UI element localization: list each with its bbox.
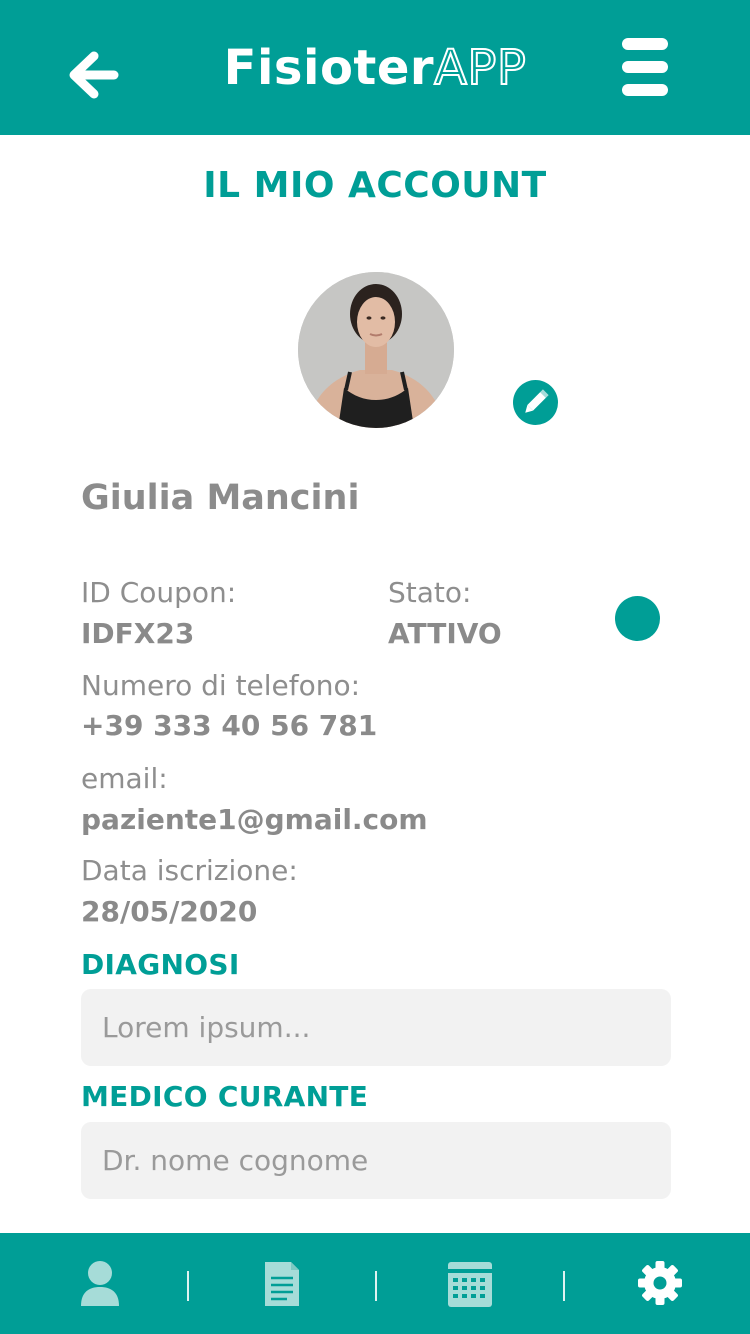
avatar bbox=[298, 272, 454, 428]
edit-photo-button[interactable] bbox=[513, 380, 558, 425]
pencil-icon bbox=[525, 389, 549, 413]
status-indicator bbox=[615, 596, 660, 641]
diagnosis-field[interactable] bbox=[81, 989, 671, 1066]
nav-item-calendar[interactable] bbox=[425, 1233, 515, 1334]
diagnosis-title: DIAGNOSI bbox=[81, 948, 240, 981]
phone-value: +39 333 40 56 781 bbox=[81, 709, 378, 742]
gear-icon bbox=[638, 1261, 682, 1305]
page-title: IL MIO ACCOUNT bbox=[203, 165, 547, 206]
email-value: paziente1@gmail.com bbox=[81, 803, 428, 836]
nav-item-account[interactable] bbox=[55, 1233, 145, 1334]
app-header: FisioterAPP bbox=[0, 0, 750, 135]
status-label: Stato: bbox=[388, 576, 472, 609]
phone-label: Numero di telefono: bbox=[81, 669, 361, 702]
app-title-accent: APP bbox=[433, 39, 527, 97]
nav-separator bbox=[375, 1271, 377, 1301]
coupon-label: ID Coupon: bbox=[81, 576, 237, 609]
signup-date-label: Data iscrizione: bbox=[81, 854, 298, 887]
coupon-value: IDFX23 bbox=[81, 617, 195, 650]
nav-separator bbox=[563, 1271, 565, 1301]
nav-item-settings[interactable] bbox=[615, 1233, 705, 1334]
doctor-title: MEDICO CURANTE bbox=[81, 1080, 369, 1113]
calendar-icon bbox=[448, 1262, 492, 1307]
user-name: Giulia Mancini bbox=[81, 478, 360, 518]
bottom-navigation bbox=[0, 1233, 750, 1334]
doctor-field[interactable] bbox=[81, 1122, 671, 1199]
signup-date-value: 28/05/2020 bbox=[81, 895, 258, 928]
nav-item-documents[interactable] bbox=[237, 1233, 327, 1334]
document-icon bbox=[265, 1262, 299, 1306]
email-label: email: bbox=[81, 762, 168, 795]
nav-separator bbox=[187, 1271, 189, 1301]
user-icon bbox=[81, 1261, 119, 1306]
status-value: ATTIVO bbox=[388, 617, 502, 650]
menu-button[interactable] bbox=[622, 38, 670, 98]
app-title-main: Fisioter bbox=[223, 40, 435, 96]
